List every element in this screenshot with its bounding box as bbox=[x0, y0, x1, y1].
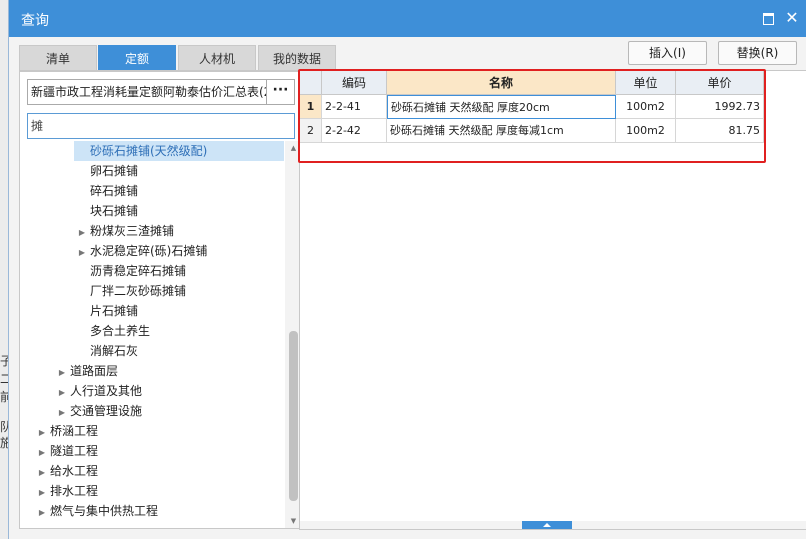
tab-quota[interactable]: 定额 bbox=[98, 45, 176, 71]
quota-library-select[interactable]: 新疆市政工程消耗量定额阿勒泰估价汇总表(2 bbox=[27, 79, 267, 105]
insert-button[interactable]: 插入(I) bbox=[628, 41, 707, 65]
tab-labor-material-machine[interactable]: 人材机 bbox=[178, 45, 256, 71]
tree-item-label: 燃气与集中供热工程 bbox=[50, 504, 159, 518]
window-title: 查询 bbox=[21, 13, 49, 29]
cell-name[interactable]: 砂砾石摊铺 天然级配 厚度每减1cm bbox=[387, 119, 616, 143]
background-glyph: 子 bbox=[0, 354, 13, 368]
tree-item[interactable]: 片石摊铺 bbox=[74, 301, 138, 321]
cell-unit[interactable]: 100m2 bbox=[616, 119, 676, 143]
tree-item-label: 沥青稳定碎石摊铺 bbox=[90, 264, 187, 278]
tree-item-label: 交通管理设施 bbox=[70, 404, 143, 418]
cell-code[interactable]: 2-2-41 bbox=[322, 95, 387, 119]
background-glyph: 施 bbox=[0, 436, 13, 450]
scroll-thumb[interactable] bbox=[289, 331, 298, 501]
tree-item[interactable]: ▶ 隧道工程 bbox=[34, 441, 98, 461]
tree-item[interactable]: 多合土养生 bbox=[74, 321, 150, 341]
background-glyph: 二 bbox=[0, 372, 13, 386]
tree-item[interactable]: ▶ 水泥稳定碎(砾)石摊铺 bbox=[74, 241, 207, 261]
tree-item[interactable]: ▶ 粉煤灰三渣摊铺 bbox=[74, 221, 174, 241]
tree-item-label: 碎石摊铺 bbox=[90, 184, 139, 198]
cell-unit[interactable]: 100m2 bbox=[616, 95, 676, 119]
cell-code[interactable]: 2-2-42 bbox=[322, 119, 387, 143]
row-number: 2 bbox=[300, 119, 322, 143]
tree-item-label: 给水工程 bbox=[50, 464, 99, 478]
dialog-body: 清单 定额 人材机 我的数据 插入(I) 替换(R) 新疆市政工程消耗量定额阿勒… bbox=[9, 37, 806, 539]
collapse-grip-icon[interactable] bbox=[522, 521, 572, 529]
tree-item-label: 块石摊铺 bbox=[90, 204, 139, 218]
close-icon[interactable]: ✕ bbox=[785, 10, 799, 26]
quota-grid: 编码 名称 单位 单价 1 2-2-41 砂砾石摊铺 天然级配 厚度20cm 1… bbox=[299, 70, 806, 530]
row-number-header bbox=[300, 71, 322, 95]
cell-price[interactable]: 1992.73 bbox=[676, 95, 764, 119]
expand-arrow-icon[interactable]: ▶ bbox=[34, 463, 50, 483]
quota-tree: 砂砾石摊铺(天然级配) 卵石摊铺 碎石摊铺 块石摊铺 ▶ 粉煤灰三渣摊铺 ▶ 水泥稳… bbox=[20, 141, 285, 528]
tree-item-label: 水泥稳定碎(砾)石摊铺 bbox=[90, 244, 208, 258]
tree-item[interactable]: 消解石灰 bbox=[74, 341, 138, 361]
tree-item-label: 人行道及其他 bbox=[70, 384, 143, 398]
expand-arrow-icon[interactable]: ▶ bbox=[54, 383, 70, 403]
tree-item[interactable]: 卵石摊铺 bbox=[74, 161, 138, 181]
tree-item[interactable]: ▶ 交通管理设施 bbox=[54, 401, 142, 421]
tree-item[interactable]: 沥青稳定碎石摊铺 bbox=[74, 261, 186, 281]
replace-button[interactable]: 替换(R) bbox=[718, 41, 797, 65]
tree-item-label: 粉煤灰三渣摊铺 bbox=[90, 224, 175, 238]
tree-item[interactable]: 厂拌二灰砂砾摊铺 bbox=[74, 281, 186, 301]
cell-name[interactable]: 砂砾石摊铺 天然级配 厚度20cm bbox=[387, 95, 616, 119]
expand-arrow-icon[interactable]: ▶ bbox=[54, 363, 70, 383]
tree-item[interactable]: ▶ 桥涵工程 bbox=[34, 421, 98, 441]
column-header-name[interactable]: 名称 bbox=[387, 71, 616, 95]
tree-item[interactable]: ▶ 人行道及其他 bbox=[54, 381, 142, 401]
tree-item-label: 片石摊铺 bbox=[90, 304, 139, 318]
tree-item-label: 道路面层 bbox=[70, 364, 119, 378]
expand-arrow-icon[interactable]: ▶ bbox=[34, 483, 50, 503]
expand-arrow-icon[interactable]: ▶ bbox=[34, 423, 50, 443]
expand-arrow-icon[interactable]: ▶ bbox=[54, 403, 70, 423]
library-more-button[interactable]: ··· bbox=[267, 79, 295, 105]
column-header-code[interactable]: 编码 bbox=[322, 71, 387, 95]
tree-item[interactable]: 块石摊铺 bbox=[74, 201, 138, 221]
column-header-price[interactable]: 单价 bbox=[676, 71, 764, 95]
tree-item[interactable]: 砂砾石摊铺(天然级配) bbox=[74, 141, 284, 161]
tree-item-label: 桥涵工程 bbox=[50, 424, 99, 438]
search-input[interactable]: 摊 bbox=[27, 113, 295, 139]
query-dialog: 查询 ✕ 清单 定额 人材机 我的数据 插入(I) 替换(R) 新疆市政工程消耗… bbox=[8, 0, 806, 539]
grid-splitter[interactable] bbox=[300, 521, 806, 529]
tab-bill-list[interactable]: 清单 bbox=[19, 45, 97, 71]
grid-header: 编码 名称 单位 单价 bbox=[300, 71, 770, 95]
cell-price[interactable]: 81.75 bbox=[676, 119, 764, 143]
tree-item[interactable]: ▶ 给水工程 bbox=[34, 461, 98, 481]
expand-arrow-icon[interactable]: ▶ bbox=[34, 443, 50, 463]
tree-item-label: 厂拌二灰砂砾摊铺 bbox=[90, 284, 187, 298]
tree-item-label: 消解石灰 bbox=[90, 344, 139, 358]
column-header-unit[interactable]: 单位 bbox=[616, 71, 676, 95]
background-glyph: 前 bbox=[0, 390, 13, 404]
tree-item[interactable]: ▶ 排水工程 bbox=[34, 481, 98, 501]
row-number: 1 bbox=[300, 95, 322, 119]
tree-item[interactable]: ▶ 燃气与集中供热工程 bbox=[34, 501, 158, 521]
expand-arrow-icon[interactable]: ▶ bbox=[74, 223, 90, 243]
tree-item-label: 卵石摊铺 bbox=[90, 164, 139, 178]
title-bar: 查询 ✕ bbox=[9, 0, 806, 37]
tree-item[interactable]: ▶ 道路面层 bbox=[54, 361, 118, 381]
tree-item-label: 多合土养生 bbox=[90, 324, 151, 338]
tree-item-label: 隧道工程 bbox=[50, 444, 99, 458]
tree-item-label: 砂砾石摊铺(天然级配) bbox=[90, 144, 208, 158]
tree-item[interactable]: 碎石摊铺 bbox=[74, 181, 138, 201]
maximize-icon[interactable] bbox=[761, 11, 775, 25]
quota-tree-panel: 新疆市政工程消耗量定额阿勒泰估价汇总表(2 ··· 摊 砂砾石摊铺(天然级配) … bbox=[19, 71, 303, 529]
tab-my-data[interactable]: 我的数据 bbox=[258, 45, 336, 71]
background-glyph: 队 bbox=[0, 420, 13, 434]
background-app-edge: 子 二 前 队 施 bbox=[0, 0, 13, 539]
tree-item-label: 排水工程 bbox=[50, 484, 99, 498]
expand-arrow-icon[interactable]: ▶ bbox=[74, 243, 90, 263]
expand-arrow-icon[interactable]: ▶ bbox=[34, 503, 50, 523]
